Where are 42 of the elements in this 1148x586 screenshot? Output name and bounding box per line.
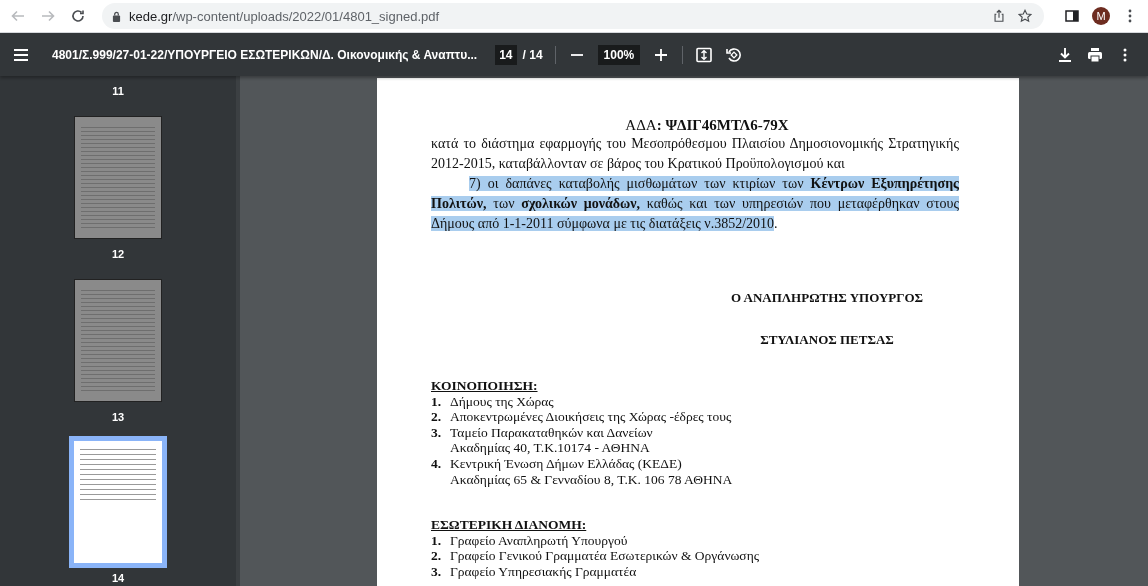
list-item-text: Γραφείο Υπηρεσιακής Γραμματέα: [450, 563, 637, 580]
page-total: / 14: [522, 47, 543, 62]
page-thumbnail[interactable]: [74, 279, 162, 402]
fit-page-icon[interactable]: [695, 45, 714, 64]
list-number: 1.: [431, 532, 443, 549]
rotate-icon[interactable]: [725, 45, 744, 64]
list-item-text: Ταμείο Παρακαταθηκών και Δανείων: [450, 424, 653, 441]
star-icon[interactable]: [1016, 7, 1034, 25]
lock-icon[interactable]: [112, 10, 121, 22]
list-number: 3.: [431, 424, 443, 442]
paragraph: κατά το διάστημα εφαρμογής του Μεσοπρόθεσμου Πλαισίου Δημοσιονομικής Στρατηγικής 2012-2015, καταβάλλονταν σε βάρος του Κρατικού Προϋπολογισμού και: [431, 135, 959, 173]
page-number-label: 13: [111, 411, 125, 423]
list-item-text: Γραφείο Αναπληρωτή Υπουργού: [450, 532, 628, 549]
list-item-text: Ακαδημίας 40, Τ.Κ.10174 - ΑΘΗΝΑ: [450, 440, 651, 456]
document-code: ΑΔΑ: ΨΔΙΓ46ΜΤΛ6-79Χ: [624, 116, 790, 134]
list-number: 2.: [431, 548, 443, 564]
list-item-text: Γραφείο Γενικού Γραμματέα Εσωτερικών & Οργάνωσης: [450, 548, 760, 564]
list-item-text: Αποκεντρωμένες Διοικήσεις της Χώρας -έδρες τους: [450, 409, 732, 425]
page-number-field[interactable]: 14: [495, 44, 517, 65]
list-number: 3.: [431, 563, 443, 580]
page-number-label: 11: [112, 85, 124, 97]
profile-avatar[interactable]: M: [1092, 7, 1110, 25]
list-number: 2.: [431, 409, 443, 425]
list-item-text: Κεντρική Ένωση Δήμων Ελλάδας (ΚΕΔΕ): [450, 455, 683, 472]
list-number: 1.: [431, 393, 443, 410]
document-title: 4801/Σ.999/27-01-22/ΥΠΟΥΡΓΕΙΟ ΕΣΩΤΕΡΙΚΩΝ/Δ. Οικονομικής & Αναπτυ...: [52, 47, 478, 62]
section-heading: ΕΣΩΤΕΡΙΚΗ ΔΙΑΝΟΜΗ:: [431, 517, 588, 533]
print-icon[interactable]: [1086, 45, 1104, 64]
list-item-text: Ακαδημίας 65 & Γενναδίου 8, Τ.Κ. 106 78 ΑΘΗΝΑ: [450, 471, 733, 488]
signatory-name: ΣΤΥΛΙΑΝΟΣ ΠΕΤΣΑΣ: [759, 332, 895, 348]
list-number: 4.: [431, 455, 443, 473]
page-number-label: 12: [111, 248, 125, 260]
list-item-text: Δήμους της Χώρας: [450, 393, 554, 410]
signature-title: Ο ΑΝΑΠΛΗΡΩΤΗΣ ΥΠΟΥΡΓΟΣ: [729, 290, 925, 306]
page-thumbnail[interactable]: [74, 116, 162, 239]
paragraph: 7) οι δαπάνες καταβολής μισθωμάτων των κτιρίων των Κέντρων Εξυπηρέτησης Πολιτών, των σχολικών μονάδων, καθώς και των υπηρεσιών που μεταφέρθηκαν στους Δήμους από 1-1-2011 σύμφωνα με τις διατάξεις ν.3852/2010.: [431, 175, 959, 233]
page-thumbnail[interactable]: [69, 436, 167, 568]
address-bar[interactable]: kede.gr/wp-content/uploads/2022/01/4801_signed.pdf: [102, 3, 1044, 29]
page-number-label: 14: [111, 572, 125, 584]
download-icon[interactable]: [1056, 45, 1074, 64]
section-heading: ΚΟΙΝΟΠΟΙΗΣΗ:: [431, 378, 539, 394]
zoom-field[interactable]: 100%: [597, 44, 641, 65]
